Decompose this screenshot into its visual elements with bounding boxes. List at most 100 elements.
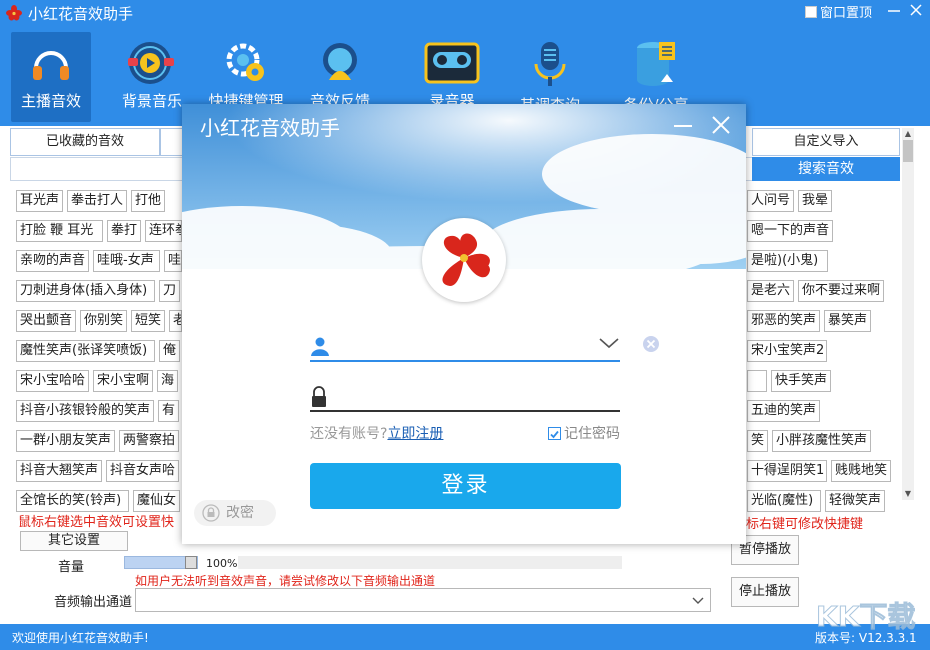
sound-effect-chip[interactable]: 宋小宝啊 <box>93 370 153 392</box>
sound-effect-chip[interactable]: 五迪的笑声 <box>747 400 820 422</box>
sound-effect-chip[interactable] <box>747 370 767 392</box>
username-field[interactable] <box>310 330 620 362</box>
sound-effect-chip[interactable]: 十得逞阴笑1 <box>747 460 827 482</box>
sound-effect-chip[interactable]: 刀刺进身体(插入身体) <box>16 280 155 302</box>
sound-effect-chip[interactable]: 打脸 鞭 耳光 <box>16 220 103 242</box>
sound-effect-chip[interactable]: 一群小朋友笑声 <box>16 430 115 452</box>
sound-effect-chip[interactable]: 刀 <box>159 280 180 302</box>
sound-effect-chip[interactable]: 哇哦-女声 <box>93 250 160 272</box>
scroll-down-arrow[interactable]: ▼ <box>902 488 914 500</box>
login-dialog: 小红花音效助手 还没有账号?立即注册 记住密码 登录 改密 <box>182 104 746 544</box>
sound-effect-chip[interactable]: 两警察拍 <box>119 430 179 452</box>
database-upload-icon <box>637 42 675 86</box>
clear-input-icon[interactable] <box>642 335 660 353</box>
sound-effect-chip[interactable]: 拳打 <box>107 220 141 242</box>
sound-effect-chip[interactable]: 你不要过来啊 <box>798 280 884 302</box>
register-link[interactable]: 立即注册 <box>387 426 443 442</box>
sound-effect-chip[interactable]: 邪恶的笑声 <box>747 310 820 332</box>
sound-effect-chip[interactable]: 全馆长的笑(铃声) <box>16 490 129 512</box>
sound-effect-chip[interactable]: 打他 <box>131 190 165 212</box>
sound-effect-chip[interactable]: 人问号 <box>747 190 794 212</box>
audio-output-hint: 如用户无法听到音效声音，请尝试修改以下音频输出通道 <box>135 574 436 588</box>
sound-effect-chip[interactable]: 嗯一下的声音 <box>747 220 833 242</box>
login-title: 小红花音效助手 <box>200 116 340 140</box>
sound-effect-chip[interactable]: 是啦)(小鬼) <box>747 250 828 272</box>
volume-slider[interactable] <box>124 556 198 569</box>
scroll-up-arrow[interactable]: ▲ <box>902 128 914 140</box>
red-flower-icon <box>442 233 490 286</box>
dialog-close-icon[interactable] <box>710 114 732 136</box>
scroll-thumb[interactable] <box>903 140 913 162</box>
password-field[interactable] <box>310 380 620 412</box>
sound-effect-chip[interactable]: 亲吻的声音 <box>16 250 89 272</box>
close-icon[interactable] <box>908 2 924 18</box>
stop-button[interactable]: 停止播放 <box>731 577 799 607</box>
audio-output-select[interactable] <box>135 588 711 612</box>
sound-effect-chip[interactable]: 哭出颤音 <box>16 310 76 332</box>
audio-output-label: 音频输出通道 <box>54 595 133 610</box>
right-click-tip-right: 标右键可修改快捷键 <box>746 517 864 532</box>
toolbar-item-anchor-effects[interactable]: 主播音效 <box>11 32 91 122</box>
app-logo-icon <box>6 5 22 21</box>
sound-effect-chip[interactable]: 我晕 <box>798 190 832 212</box>
toolbar-label: 主播音效 <box>20 92 81 110</box>
tab-favorites[interactable]: 已收藏的音效 <box>10 128 160 156</box>
sound-effect-chip[interactable]: 宋小宝笑声2 <box>747 340 827 362</box>
minimize-icon[interactable] <box>886 2 902 18</box>
sound-effect-chip[interactable]: 抖音女声哈 <box>106 460 179 482</box>
no-account-prompt: 还没有账号?立即注册 <box>310 423 443 443</box>
sound-effect-chip[interactable]: 暴笑声 <box>824 310 871 332</box>
sound-effect-chip[interactable]: 俺 <box>159 340 180 362</box>
cassette-icon <box>424 42 480 84</box>
pin-on-top-checkbox[interactable]: 窗口置顶 <box>805 2 872 21</box>
app-title: 小红花音效助手 <box>28 5 134 23</box>
sound-effect-chip[interactable]: 是老六 <box>747 280 794 302</box>
username-underline <box>310 360 620 362</box>
search-button[interactable]: 搜索音效 <box>752 157 900 181</box>
sound-effect-chip[interactable]: 宋小宝哈哈 <box>16 370 89 392</box>
remember-password-checkbox[interactable]: 记住密码 <box>548 423 620 443</box>
music-player-icon <box>128 42 174 84</box>
sound-effect-chip[interactable]: 抖音小孩银铃般的笑声 <box>16 400 154 422</box>
sound-effect-chip[interactable]: 老 <box>169 310 182 332</box>
sound-effect-chip[interactable]: 小胖孩魔性笑声 <box>772 430 871 452</box>
sound-effect-chip[interactable]: 哇 <box>164 250 182 272</box>
volume-label: 音量 <box>58 560 85 575</box>
welcome-text: 欢迎使用小红花音效助手! <box>12 631 149 645</box>
volume-slider-handle[interactable] <box>185 556 197 569</box>
volume-fill <box>125 557 187 568</box>
sound-effect-chip[interactable]: 你别笑 <box>80 310 127 332</box>
sound-effect-chip[interactable]: 海 <box>157 370 178 392</box>
sound-effect-chip[interactable]: 轻微笑声 <box>825 490 885 512</box>
sound-effect-chip[interactable]: 短笑 <box>131 310 165 332</box>
microphone-icon <box>534 42 566 86</box>
sound-effect-chip[interactable]: 有 <box>158 400 179 422</box>
level-meter <box>238 556 622 569</box>
other-settings-button[interactable]: 其它设置 <box>20 531 128 551</box>
password-input[interactable] <box>338 384 588 408</box>
sound-effect-chip[interactable]: 抖音大翘笑声 <box>16 460 102 482</box>
sound-effect-chip[interactable]: 笑 <box>747 430 768 452</box>
remember-checkbox-box[interactable] <box>548 426 561 440</box>
sound-effect-chip[interactable]: 魔仙女 <box>133 490 180 512</box>
account-dropdown-chevron-icon[interactable] <box>598 336 620 350</box>
change-password-button[interactable]: 改密 <box>194 500 276 526</box>
username-input[interactable] <box>338 334 588 358</box>
dialog-minimize-icon[interactable] <box>672 116 694 136</box>
sound-effect-chip[interactable]: 快手笑声 <box>771 370 831 392</box>
lock-icon <box>312 386 326 407</box>
sound-effect-chip[interactable]: 拳击打人 <box>67 190 127 212</box>
sound-effect-chip[interactable]: 魔性笑声(张译笑喷饭) <box>16 340 155 362</box>
tab-custom-import[interactable]: 自定义导入 <box>752 128 900 156</box>
avatar <box>422 218 506 302</box>
sound-effect-chip[interactable]: 耳光声 <box>16 190 63 212</box>
scrollbar[interactable]: ▲ ▼ <box>902 128 914 500</box>
sound-effect-chip[interactable]: 连环拳 <box>145 220 182 242</box>
sound-effect-chip[interactable]: 光临(魔性) <box>747 490 821 512</box>
sound-effect-chip[interactable]: 贱贱地笑 <box>831 460 891 482</box>
webcam-icon <box>323 43 357 80</box>
kk-download-watermark: KK下载 <box>816 600 916 634</box>
checkmark-icon <box>550 430 559 438</box>
login-button[interactable]: 登录 <box>310 463 621 509</box>
pin-checkbox-box[interactable] <box>805 5 817 18</box>
